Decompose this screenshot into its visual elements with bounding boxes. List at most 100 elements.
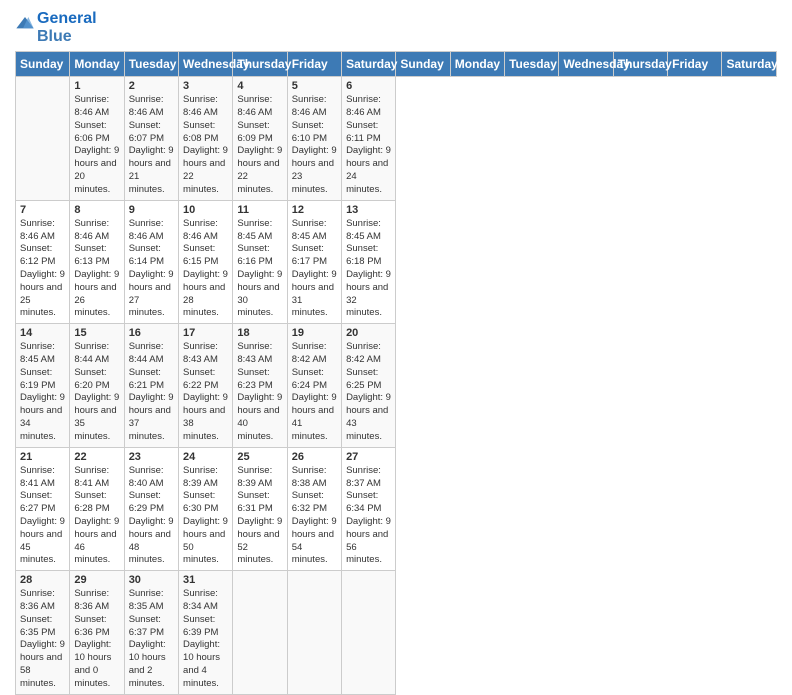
day-info: Sunrise: 8:42 AMSunset: 6:24 PMDaylight:… [292, 341, 337, 444]
day-info: Sunrise: 8:39 AMSunset: 6:30 PMDaylight:… [183, 465, 228, 568]
day-number: 20 [346, 327, 391, 339]
day-cell: 17Sunrise: 8:43 AMSunset: 6:22 PMDayligh… [179, 324, 233, 448]
day-number: 6 [346, 80, 391, 92]
day-cell [16, 77, 70, 201]
calendar-table: SundayMondayTuesdayWednesdayThursdayFrid… [15, 51, 777, 695]
day-cell: 24 Sunrise: 8:39 AMSunset: 6:30 PMDayligh… [179, 447, 233, 571]
day-number: 27 [346, 451, 391, 463]
day-number: 23 [129, 451, 174, 463]
day-info: Sunrise: 8:34 AMSunset: 6:39 PMDaylight:… [183, 588, 228, 691]
day-cell: 19Sunrise: 8:42 AMSunset: 6:24 PMDayligh… [287, 324, 341, 448]
col-header-saturday: Saturday [722, 52, 777, 77]
day-info: Sunrise: 8:39 AMSunset: 6:31 PMDaylight:… [237, 465, 282, 568]
day-number: 9 [129, 204, 174, 216]
day-cell: 23 Sunrise: 8:40 AMSunset: 6:29 PMDayligh… [124, 447, 178, 571]
day-info: Sunrise: 8:36 AMSunset: 6:36 PMDaylight:… [74, 588, 119, 691]
week-row-5: 28 Sunrise: 8:36 AMSunset: 6:35 PMDayligh… [16, 571, 777, 695]
day-cell: 1 Sunrise: 8:46 AMSunset: 6:06 PMDaylight… [70, 77, 124, 201]
day-info: Sunrise: 8:46 AMSunset: 6:15 PMDaylight:… [183, 218, 228, 321]
col-header-monday: Monday [450, 52, 504, 77]
day-cell: 6 Sunrise: 8:46 AMSunset: 6:11 PMDaylight… [342, 77, 396, 201]
day-number: 1 [74, 80, 119, 92]
week-row-4: 21Sunrise: 8:41 AMSunset: 6:27 PMDayligh… [16, 447, 777, 571]
day-number: 5 [292, 80, 337, 92]
day-info: Sunrise: 8:41 AMSunset: 6:28 PMDaylight:… [74, 465, 119, 568]
day-cell: 10 Sunrise: 8:46 AMSunset: 6:15 PMDayligh… [179, 200, 233, 324]
day-number: 14 [20, 327, 65, 339]
day-number: 25 [237, 451, 282, 463]
day-info: Sunrise: 8:46 AMSunset: 6:11 PMDaylight:… [346, 94, 391, 197]
day-cell: 12 Sunrise: 8:45 AMSunset: 6:17 PMDayligh… [287, 200, 341, 324]
day-cell: 27Sunrise: 8:37 AMSunset: 6:34 PMDayligh… [342, 447, 396, 571]
col-header-friday: Friday [668, 52, 722, 77]
day-info: Sunrise: 8:46 AMSunset: 6:10 PMDaylight:… [292, 94, 337, 197]
day-cell: 30Sunrise: 8:35 AMSunset: 6:37 PMDayligh… [124, 571, 178, 695]
day-info: Sunrise: 8:46 AMSunset: 6:06 PMDaylight:… [74, 94, 119, 197]
day-number: 11 [237, 204, 282, 216]
logo: General Blue [15, 10, 97, 45]
day-number: 8 [74, 204, 119, 216]
day-cell: 18 Sunrise: 8:43 AMSunset: 6:23 PMDayligh… [233, 324, 287, 448]
day-number: 28 [20, 574, 65, 586]
day-number: 13 [346, 204, 391, 216]
day-info: Sunrise: 8:45 AMSunset: 6:19 PMDaylight:… [20, 341, 65, 444]
col-header-monday: Monday [70, 52, 124, 77]
day-number: 16 [129, 327, 174, 339]
day-info: Sunrise: 8:38 AMSunset: 6:32 PMDaylight:… [292, 465, 337, 568]
day-info: Sunrise: 8:45 AMSunset: 6:16 PMDaylight:… [237, 218, 282, 321]
header: General Blue [15, 10, 777, 45]
day-cell: 15Sunrise: 8:44 AMSunset: 6:20 PMDayligh… [70, 324, 124, 448]
col-header-friday: Friday [287, 52, 341, 77]
day-info: Sunrise: 8:40 AMSunset: 6:29 PMDaylight:… [129, 465, 174, 568]
day-info: Sunrise: 8:43 AMSunset: 6:23 PMDaylight:… [237, 341, 282, 444]
col-header-thursday: Thursday [233, 52, 287, 77]
week-row-2: 7 Sunrise: 8:46 AMSunset: 6:12 PMDaylight… [16, 200, 777, 324]
day-number: 22 [74, 451, 119, 463]
day-info: Sunrise: 8:46 AMSunset: 6:09 PMDaylight:… [237, 94, 282, 197]
day-info: Sunrise: 8:43 AMSunset: 6:22 PMDaylight:… [183, 341, 228, 444]
day-number: 7 [20, 204, 65, 216]
day-cell: 4 Sunrise: 8:46 AMSunset: 6:09 PMDaylight… [233, 77, 287, 201]
day-cell: 3 Sunrise: 8:46 AMSunset: 6:08 PMDaylight… [179, 77, 233, 201]
day-cell: 8 Sunrise: 8:46 AMSunset: 6:13 PMDaylight… [70, 200, 124, 324]
col-header-sunday: Sunday [16, 52, 70, 77]
day-cell [287, 571, 341, 695]
day-info: Sunrise: 8:45 AMSunset: 6:18 PMDaylight:… [346, 218, 391, 321]
day-cell: 9 Sunrise: 8:46 AMSunset: 6:14 PMDaylight… [124, 200, 178, 324]
day-cell [233, 571, 287, 695]
col-header-saturday: Saturday [342, 52, 396, 77]
day-info: Sunrise: 8:45 AMSunset: 6:17 PMDaylight:… [292, 218, 337, 321]
day-number: 4 [237, 80, 282, 92]
day-info: Sunrise: 8:35 AMSunset: 6:37 PMDaylight:… [129, 588, 174, 691]
day-info: Sunrise: 8:44 AMSunset: 6:21 PMDaylight:… [129, 341, 174, 444]
day-cell: 28 Sunrise: 8:36 AMSunset: 6:35 PMDayligh… [16, 571, 70, 695]
day-info: Sunrise: 8:46 AMSunset: 6:13 PMDaylight:… [74, 218, 119, 321]
day-number: 12 [292, 204, 337, 216]
day-cell: 31Sunrise: 8:34 AMSunset: 6:39 PMDayligh… [179, 571, 233, 695]
header-row: SundayMondayTuesdayWednesdayThursdayFrid… [16, 52, 777, 77]
day-cell: 22 Sunrise: 8:41 AMSunset: 6:28 PMDayligh… [70, 447, 124, 571]
day-number: 18 [237, 327, 282, 339]
day-number: 3 [183, 80, 228, 92]
day-cell: 16 Sunrise: 8:44 AMSunset: 6:21 PMDayligh… [124, 324, 178, 448]
col-header-wednesday: Wednesday [559, 52, 613, 77]
day-info: Sunrise: 8:46 AMSunset: 6:14 PMDaylight:… [129, 218, 174, 321]
day-number: 10 [183, 204, 228, 216]
logo-icon [15, 15, 35, 35]
day-number: 29 [74, 574, 119, 586]
day-info: Sunrise: 8:46 AMSunset: 6:12 PMDaylight:… [20, 218, 65, 321]
day-info: Sunrise: 8:46 AMSunset: 6:08 PMDaylight:… [183, 94, 228, 197]
col-header-thursday: Thursday [613, 52, 667, 77]
week-row-1: 1 Sunrise: 8:46 AMSunset: 6:06 PMDaylight… [16, 77, 777, 201]
page: General Blue SundayMondayTuesdayWednesda… [0, 0, 792, 612]
day-cell: 21Sunrise: 8:41 AMSunset: 6:27 PMDayligh… [16, 447, 70, 571]
day-info: Sunrise: 8:44 AMSunset: 6:20 PMDaylight:… [74, 341, 119, 444]
day-number: 21 [20, 451, 65, 463]
day-info: Sunrise: 8:36 AMSunset: 6:35 PMDaylight:… [20, 588, 65, 691]
day-number: 24 [183, 451, 228, 463]
col-header-tuesday: Tuesday [124, 52, 178, 77]
col-header-wednesday: Wednesday [179, 52, 233, 77]
day-number: 2 [129, 80, 174, 92]
day-cell: 7 Sunrise: 8:46 AMSunset: 6:12 PMDaylight… [16, 200, 70, 324]
week-row-3: 14 Sunrise: 8:45 AMSunset: 6:19 PMDayligh… [16, 324, 777, 448]
